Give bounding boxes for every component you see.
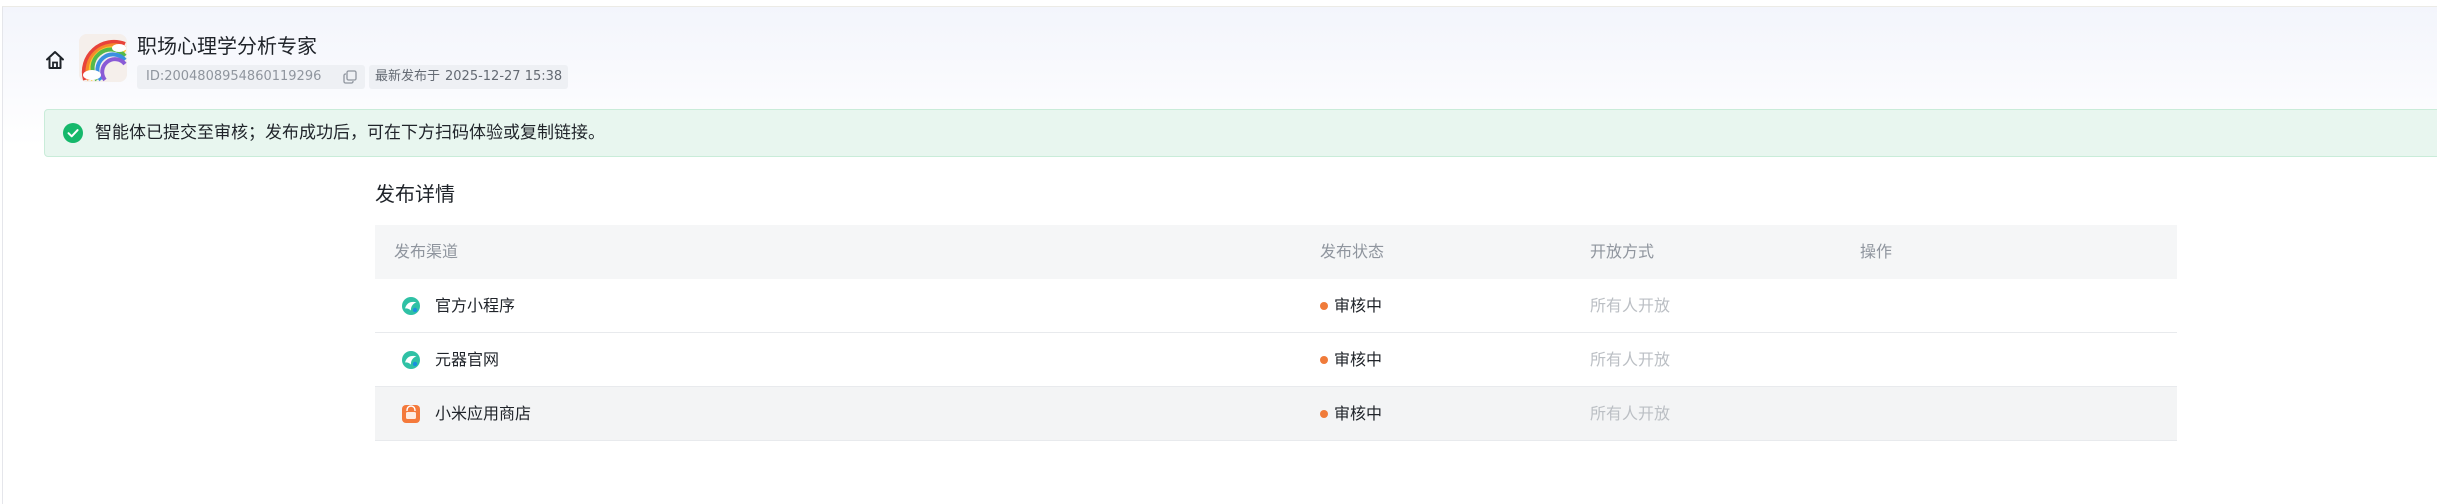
channel-name: 小米应用商店: [435, 404, 532, 423]
status-dot: [1320, 302, 1328, 310]
copy-icon[interactable]: [343, 70, 357, 84]
agent-id-text: ID:2004808954860119296: [146, 69, 322, 84]
table-row: 元器官网 审核中 所有人开放: [375, 333, 2177, 387]
channel-status: 审核中: [1334, 404, 1383, 423]
agent-id-tag: ID:2004808954860119296: [137, 65, 365, 89]
channel-access: 所有人开放: [1590, 350, 1671, 369]
publish-details-title: 发布详情: [375, 182, 455, 206]
publish-time-label: 最新发布于: [375, 69, 441, 84]
yuanqi-site-icon: [402, 351, 420, 369]
home-icon[interactable]: [44, 49, 66, 71]
column-header-channel: 发布渠道: [394, 242, 459, 261]
publish-page: 职场心理学分析专家 ID:2004808954860119296 最新发布于 20…: [2, 6, 2437, 504]
table-row: 小米应用商店 审核中 所有人开放: [375, 387, 2177, 441]
column-header-access: 开放方式: [1590, 242, 1655, 261]
alert-message: 智能体已提交至审核；发布成功后，可在下方扫码体验或复制链接。: [95, 123, 605, 143]
agent-title: 职场心理学分析专家: [137, 34, 317, 58]
check-circle-icon: [63, 123, 83, 143]
channel-access: 所有人开放: [1590, 296, 1671, 315]
column-header-actions: 操作: [1860, 242, 1893, 261]
channel-name: 官方小程序: [435, 296, 516, 315]
rainbow-icon: [79, 34, 127, 82]
table-header: 发布渠道 发布状态 开放方式 操作: [375, 225, 2177, 279]
channel-status: 审核中: [1334, 350, 1383, 369]
status-dot: [1320, 356, 1328, 364]
publish-time-value: 2025-12-27 15:38: [445, 69, 563, 84]
agent-avatar: [79, 34, 127, 82]
channel-access: 所有人开放: [1590, 404, 1671, 423]
table-row: 官方小程序 审核中 所有人开放: [375, 279, 2177, 333]
channel-status: 审核中: [1334, 296, 1383, 315]
miniprogram-icon: [402, 297, 420, 315]
submission-alert: 智能体已提交至审核；发布成功后，可在下方扫码体验或复制链接。: [44, 109, 2437, 157]
agent-header: 职场心理学分析专家 ID:2004808954860119296 最新发布于 20…: [3, 7, 2437, 107]
xiaomi-store-icon: [402, 405, 420, 423]
column-header-status: 发布状态: [1320, 242, 1385, 261]
status-dot: [1320, 410, 1328, 418]
publish-channels-table: 发布渠道 发布状态 开放方式 操作 官方小程序 审核中 所有人开放 元器官网 审…: [375, 225, 2177, 441]
publish-time-tag: 最新发布于 2025-12-27 15:38: [369, 65, 568, 89]
channel-name: 元器官网: [435, 350, 500, 369]
